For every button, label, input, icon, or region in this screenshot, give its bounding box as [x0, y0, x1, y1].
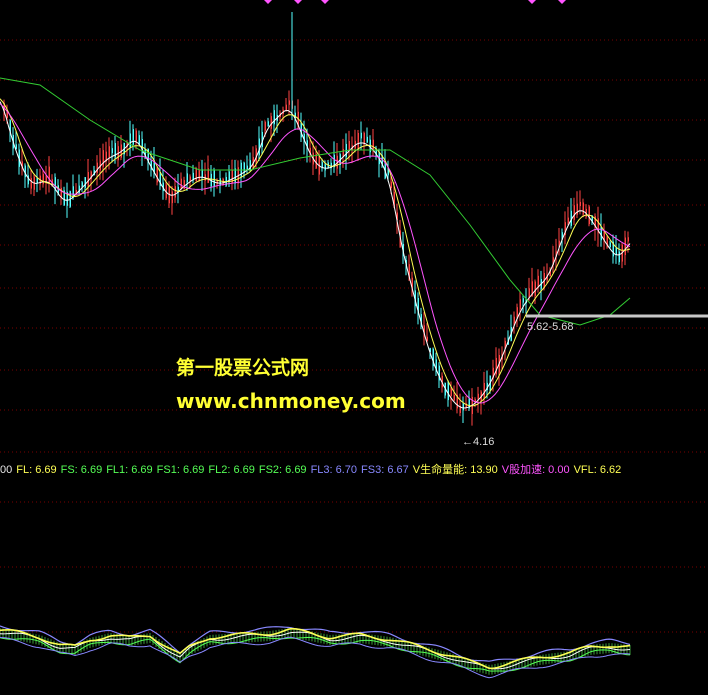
candle-body: [264, 121, 266, 131]
candle-body: [477, 393, 479, 400]
candle-body: [135, 130, 137, 143]
price-range-label: 5.62-5.68: [527, 321, 574, 333]
candle-body: [108, 146, 110, 158]
candle-body: [195, 168, 197, 182]
candle-body: [42, 173, 44, 185]
candle-body: [534, 281, 536, 296]
candle-body: [567, 217, 569, 224]
candle-body: [201, 169, 203, 178]
candle-body: [609, 242, 611, 248]
candle-body: [30, 178, 32, 189]
candle-body: [234, 168, 236, 184]
candle-body: [87, 172, 89, 187]
candle-body: [324, 164, 326, 171]
candle-body: [267, 121, 269, 127]
candle-body: [198, 170, 200, 181]
candle-body: [528, 288, 530, 298]
candle-body: [462, 403, 464, 411]
candle-body: [360, 132, 362, 139]
candle-body: [357, 132, 359, 150]
candle-body: [102, 150, 104, 167]
indicator-chart[interactable]: [0, 455, 708, 695]
candle-body: [111, 148, 113, 154]
candle-body: [618, 251, 620, 263]
candle-body: [48, 166, 50, 184]
candle-body: [453, 394, 455, 401]
candle-body: [36, 178, 38, 184]
candle-body: [342, 148, 344, 156]
candlestick-chart[interactable]: [0, 0, 708, 455]
candle-body: [366, 136, 368, 143]
candle-body: [348, 140, 350, 151]
top-signal-marker: [321, 0, 329, 4]
candle-body: [174, 186, 176, 198]
watermark-site-name: 第一股票公式网: [176, 357, 310, 379]
candle-body: [285, 104, 287, 111]
candle-body: [315, 153, 317, 169]
candle-body: [231, 170, 233, 184]
candle-body: [246, 165, 248, 170]
candle-body: [273, 110, 275, 125]
candle-body: [189, 176, 191, 182]
candle-body: [270, 116, 272, 129]
candle-body: [447, 382, 449, 401]
top-signal-marker: [558, 0, 566, 4]
candle-body: [363, 132, 365, 145]
watermark-site-url: www.chnmoney.com: [176, 389, 406, 413]
candle-body: [156, 167, 158, 183]
candle-body: [129, 133, 131, 148]
candle-body: [390, 181, 392, 189]
candle-body: [132, 129, 134, 145]
candle-body: [81, 182, 83, 187]
candle-body: [624, 237, 626, 256]
candle-body: [228, 171, 230, 180]
candle-body: [627, 237, 629, 242]
low-price-marker: ←4.16: [462, 436, 495, 448]
candle-body: [519, 299, 521, 310]
candle-body: [450, 388, 452, 396]
candle-body: [576, 203, 578, 215]
candle-body: [573, 205, 575, 220]
candle-body: [96, 162, 98, 173]
candle-body: [180, 178, 182, 189]
candle-body: [558, 240, 560, 246]
ma-mid-line: [0, 98, 631, 407]
ma-fast-line: [0, 101, 631, 409]
candle-body: [288, 100, 290, 105]
top-signal-marker: [528, 0, 536, 4]
candle-body: [615, 248, 617, 255]
candle-body: [84, 177, 86, 188]
top-signal-marker: [264, 0, 272, 4]
candle-body: [483, 382, 485, 399]
candle-body: [522, 298, 524, 303]
candle-body: [171, 191, 173, 204]
indicator-panel[interactable]: [0, 455, 708, 695]
candle-body: [582, 202, 584, 215]
candle-body: [213, 169, 215, 188]
candle-body: [186, 173, 188, 183]
candle-body: [513, 316, 515, 324]
candle-body: [579, 201, 581, 207]
candle-body: [6, 112, 8, 118]
price-chart-panel[interactable]: [0, 0, 708, 455]
top-signal-marker: [294, 0, 302, 4]
